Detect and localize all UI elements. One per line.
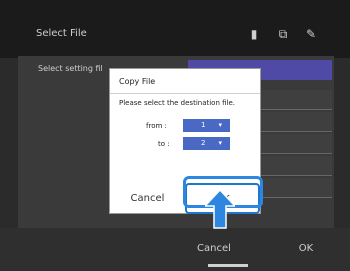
bottom-ok-button[interactable]: OK (246, 236, 350, 262)
copy-icon[interactable]: ⧉ (276, 27, 290, 41)
to-select[interactable]: 2 ▾ (183, 137, 230, 150)
dialog-divider (110, 93, 260, 94)
folder-icon[interactable]: ▮ (247, 27, 261, 41)
dialog-message: Please select the destination file. (119, 99, 236, 107)
to-value: 2 (201, 139, 206, 147)
top-bar: Select File ▮ ⧉ ✎ (0, 0, 350, 58)
chevron-down-icon: ▾ (218, 121, 222, 129)
from-select[interactable]: 1 ▾ (183, 119, 230, 132)
from-value: 1 (201, 121, 206, 129)
panel-label: Select setting fil (38, 64, 103, 73)
chevron-down-icon: ▾ (218, 139, 222, 147)
dialog-title: Copy File (119, 77, 156, 86)
screen-title: Select File (36, 28, 87, 39)
dialog-cancel-button[interactable]: Cancel (110, 184, 185, 213)
bottom-handle (208, 264, 248, 267)
to-label: to : (158, 140, 170, 148)
from-label: from : (146, 122, 167, 130)
bottom-bar: Cancel OK (0, 228, 350, 271)
edit-icon[interactable]: ✎ (304, 27, 318, 41)
arrow-up-icon (205, 190, 235, 229)
